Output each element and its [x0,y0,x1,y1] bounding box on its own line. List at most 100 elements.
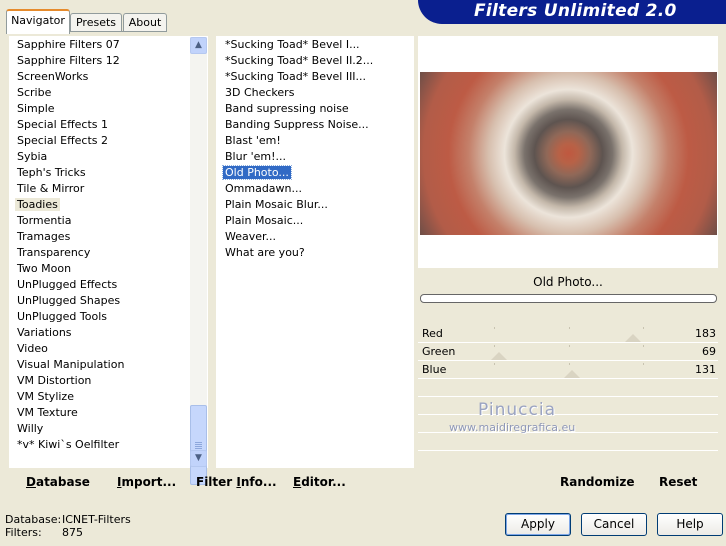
tab-about[interactable]: About [123,13,167,32]
filter-item[interactable]: 3D Checkers [223,85,408,101]
category-item-label: UnPlugged Effects [17,278,118,291]
slider-green-label: Green [422,345,456,358]
category-item-label: UnPlugged Shapes [17,294,121,307]
category-item[interactable]: Sapphire Filters 12 [15,53,187,69]
filter-item-label: Ommadawn... [225,182,303,195]
watermark-name: Pinuccia [478,400,556,420]
database-button[interactable]: Database [26,475,90,489]
category-item[interactable]: *v* Kiwi`s Oelfilter [15,437,187,453]
category-item[interactable]: Two Moon [15,261,187,277]
category-item[interactable]: UnPlugged Effects [15,277,187,293]
filter-list: *Sucking Toad* Bevel I... *Sucking Toad* … [222,37,408,261]
category-item[interactable]: UnPlugged Shapes [15,293,187,309]
category-item[interactable]: Video [15,341,187,357]
category-item-label: UnPlugged Tools [17,310,107,323]
category-item[interactable]: Tramages [15,229,187,245]
category-item-label: Tormentia [17,214,72,227]
chevron-down-icon: ▼ [195,453,202,463]
filter-item[interactable]: *Sucking Toad* Bevel I... [223,37,408,53]
category-item-label: Teph's Tricks [17,166,86,179]
filter-item-label: *Sucking Toad* Bevel III... [225,70,367,83]
category-item[interactable]: Tile & Mirror [15,181,187,197]
app-title: Filters Unlimited 2.0 [474,1,677,21]
category-item-label: ScreenWorks [17,70,89,83]
category-item[interactable]: Willy [15,421,187,437]
status-filters-value: 875 [62,526,83,539]
filter-item[interactable]: What are you? [223,245,408,261]
category-item[interactable]: Special Effects 2 [15,133,187,149]
filter-item-label: Blast 'em! [225,134,281,147]
category-item-label: VM Stylize [17,390,74,403]
chevron-up-icon: ▲ [195,40,202,50]
status-filters-label: Filters: [5,526,42,539]
category-item[interactable]: ScreenWorks [15,69,187,85]
category-item-label: Sapphire Filters 12 [17,54,120,67]
category-item[interactable]: Teph's Tricks [15,165,187,181]
status-database-value: ICNET-Filters [62,513,131,526]
filter-item[interactable]: *Sucking Toad* Bevel II.2... [223,53,408,69]
scroll-up-button[interactable]: ▲ [190,37,207,54]
tab-navigator[interactable]: Navigator [6,9,70,34]
filter-item[interactable]: Blur 'em!... [223,149,408,165]
category-item-label: Simple [17,102,55,115]
category-item[interactable]: Simple [15,101,187,117]
filter-item[interactable]: Blast 'em! [223,133,408,149]
scroll-down-button[interactable]: ▼ [190,450,207,467]
category-item[interactable]: Visual Manipulation [15,357,187,373]
filter-item-label: Weaver... [225,230,277,243]
filter-item[interactable]: Weaver... [223,229,408,245]
editor-button[interactable]: Editor... [293,475,346,489]
category-item[interactable]: Transparency [15,245,187,261]
filter-item-label: Blur 'em!... [225,150,286,163]
cancel-button[interactable]: Cancel [581,513,647,536]
filter-item-label: *Sucking Toad* Bevel II.2... [225,54,374,67]
category-item-label: Variations [17,326,72,339]
reset-button[interactable]: Reset [659,475,697,489]
preview-image [420,72,717,235]
category-item[interactable]: UnPlugged Tools [15,309,187,325]
category-item-label: Special Effects 2 [17,134,109,147]
category-item[interactable]: VM Distortion [15,373,187,389]
apply-button[interactable]: Apply [505,513,571,536]
category-item-label: *v* Kiwi`s Oelfilter [17,438,120,451]
filter-item[interactable]: Old Photo... [222,165,408,181]
category-item[interactable]: VM Texture [15,405,187,421]
preview-filter-name: Old Photo... [533,275,603,289]
filter-item[interactable]: Plain Mosaic Blur... [223,197,408,213]
filter-item[interactable]: Band supressing noise [223,101,408,117]
slider-red-handle[interactable] [625,334,641,342]
slider-red-label: Red [422,327,443,340]
tab-about-label: About [128,16,162,29]
category-item[interactable]: Special Effects 1 [15,117,187,133]
category-item-label: Visual Manipulation [17,358,125,371]
filter-item-label: Banding Suppress Noise... [225,118,369,131]
category-item[interactable]: VM Stylize [15,389,187,405]
category-item-label: Toadies [15,198,60,211]
watermark-url: www.maidiregrafica.eu [449,421,576,434]
category-item[interactable]: Variations [15,325,187,341]
filter-item[interactable]: Plain Mosaic... [223,213,408,229]
category-item-label: Video [17,342,48,355]
help-button[interactable]: Help [657,513,723,536]
category-item[interactable]: Toadies [15,197,187,213]
category-scrollbar[interactable]: ▲ ▼ [190,37,207,485]
filter-item[interactable]: Ommadawn... [223,181,408,197]
category-item-label: Sapphire Filters 07 [17,38,120,51]
tab-presets[interactable]: Presets [70,13,122,32]
randomize-button[interactable]: Randomize [560,475,634,489]
category-item[interactable]: Tormentia [15,213,187,229]
category-item[interactable]: Sapphire Filters 07 [15,37,187,53]
slider-red-value: 183 [695,327,716,340]
filter-info-button[interactable]: Filter Info... [196,475,277,489]
category-item[interactable]: Sybia [15,149,187,165]
progress-bar [420,294,717,303]
category-item[interactable]: Scribe [15,85,187,101]
category-item-label: VM Texture [17,406,78,419]
filter-item[interactable]: *Sucking Toad* Bevel III... [223,69,408,85]
filter-item[interactable]: Banding Suppress Noise... [223,117,408,133]
filter-item-label: 3D Checkers [225,86,295,99]
slider-blue-handle[interactable] [564,370,580,378]
slider-green-handle[interactable] [491,352,507,360]
import-button[interactable]: Import... [117,475,176,489]
slider-green-value: 69 [702,345,716,358]
